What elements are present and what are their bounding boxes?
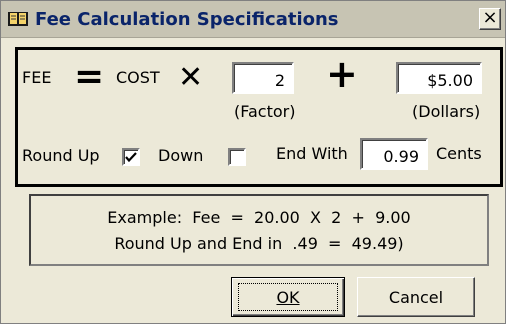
example-line-2: Round Up and End in .49 = 49.49) [114,234,404,253]
factor-input[interactable] [232,62,294,94]
factor-caption: (Factor) [234,102,296,121]
dollars-input[interactable] [396,62,482,94]
down-label: Down [158,146,204,165]
cancel-button[interactable]: Cancel [357,277,475,317]
fee-calculation-dialog: Fee Calculation Specifications × FEE = C… [0,0,506,324]
end-with-label: End With [276,144,348,163]
ok-button[interactable]: OK [231,277,345,317]
formula-group: FEE = COST ✕ (Factor) + (Dollars) Round … [15,47,503,187]
plus-sign: + [326,52,358,96]
round-up-checkbox[interactable] [122,148,140,166]
close-button[interactable]: × [479,8,501,30]
title-bar[interactable]: Fee Calculation Specifications × [1,1,505,38]
round-up-label: Round Up [22,146,100,165]
down-checkbox[interactable] [228,148,246,166]
checkmark-icon [125,152,137,163]
example-panel: Example: Fee = 20.00 X 2 + 9.00 Round Up… [29,194,489,266]
book-icon [8,10,28,28]
dollars-caption: (Dollars) [412,102,481,121]
close-icon: × [482,7,498,28]
window-title: Fee Calculation Specifications [35,9,339,30]
multiply-sign: ✕ [178,60,204,95]
cancel-button-label: Cancel [388,288,444,307]
cost-label: COST [116,68,160,87]
ok-button-label: OK [276,288,300,307]
cents-label: Cents [436,144,482,163]
equals-sign: = [74,56,105,97]
end-with-input[interactable] [360,138,428,170]
example-line-1: Example: Fee = 20.00 X 2 + 9.00 [107,208,411,227]
fee-label: FEE [22,68,52,87]
